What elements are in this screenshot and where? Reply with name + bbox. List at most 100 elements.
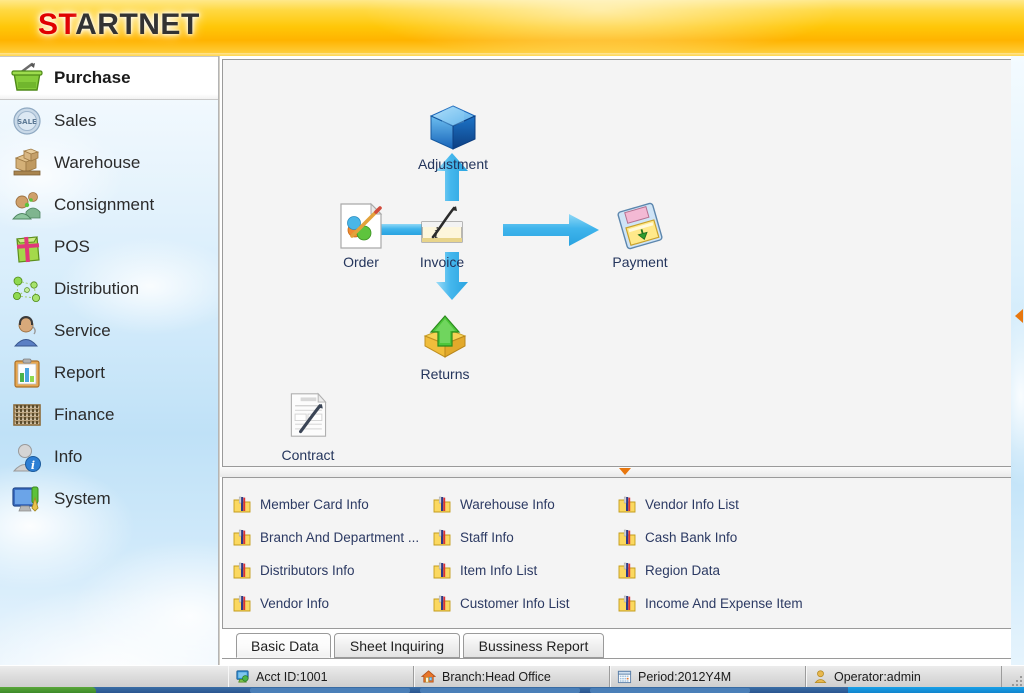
person-info-icon: i [10, 440, 44, 474]
list-item[interactable]: Staff Info [433, 521, 618, 554]
sidebar-item-system[interactable]: System [0, 478, 218, 520]
diagram-node-adjustment[interactable]: Adjustment [393, 102, 513, 172]
status-bar-spacer [0, 666, 228, 688]
folder-icon [233, 562, 251, 580]
folder-icon [433, 595, 451, 613]
status-cell-period: Period:2012Y4M [610, 665, 806, 688]
list-item[interactable]: Income And Expense Item [618, 587, 868, 620]
panel-splitter[interactable] [220, 467, 1024, 477]
folder-icon [233, 529, 251, 547]
list-item-label: Customer Info List [460, 596, 570, 611]
sidebar-item-sales[interactable]: SALE Sales [0, 100, 218, 142]
diagram-node-invoice[interactable]: i Invoice [382, 200, 502, 270]
tab-basic-data[interactable]: Basic Data [236, 633, 331, 658]
logo-main-text: ARTNET [75, 8, 200, 41]
list-item[interactable]: Vendor Info List [618, 488, 868, 521]
status-cell-branch: Branch:Head Office [414, 665, 610, 688]
basic-data-column: Warehouse Info Staff Info Item Info List Cu… [433, 488, 618, 620]
diagram-node-label: Adjustment [417, 156, 489, 172]
sidebar-item-label: Info [54, 447, 83, 466]
document-pencil-icon [340, 202, 383, 249]
diagram-node-returns[interactable]: Returns [385, 312, 505, 382]
headset-person-icon [10, 314, 44, 348]
svg-text:i: i [31, 459, 35, 472]
list-item[interactable]: Cash Bank Info [618, 521, 868, 554]
sidebar-item-label: Report [54, 363, 106, 382]
list-item[interactable]: Vendor Info [233, 587, 433, 620]
list-item-label: Region Data [645, 563, 721, 578]
list-item[interactable]: Branch And Department ... [233, 521, 433, 554]
sidebar-item-service[interactable]: Service [0, 310, 218, 352]
sidebar-item-report[interactable]: Report [0, 352, 218, 394]
chevron-down-icon[interactable] [619, 468, 631, 475]
list-item-label: Staff Info [460, 530, 514, 545]
tab-bussiness-report[interactable]: Bussiness Report [463, 633, 604, 658]
folder-icon [618, 496, 636, 514]
contract-doc-icon [290, 392, 327, 437]
status-cell-label: Acct ID:1001 [256, 669, 328, 684]
sidebar-item-pos[interactable]: POS [0, 226, 218, 268]
payment-disk-icon [617, 202, 663, 250]
sidebar-item-finance[interactable]: Finance [0, 394, 218, 436]
home-icon [420, 669, 437, 684]
list-item[interactable]: Member Card Info [233, 488, 433, 521]
calendar-icon [617, 669, 632, 684]
diagram-node-payment[interactable]: Payment [580, 200, 700, 270]
status-cell-operator: Operator:admin [806, 665, 1002, 688]
sidebar-item-info[interactable]: i Info [0, 436, 218, 478]
basic-data-grid: Member Card Info Branch And Department ..… [223, 488, 1015, 620]
folder-icon [433, 562, 451, 580]
list-item-label: Cash Bank Info [645, 530, 738, 545]
diagram-node-label: Contract [281, 447, 335, 463]
list-item[interactable]: Region Data [618, 554, 868, 587]
account-icon [235, 669, 250, 684]
tab-sheet-inquiring[interactable]: Sheet Inquiring [334, 633, 460, 658]
shopping-bag-icon [10, 230, 44, 264]
sidebar-item-label: Sales [54, 111, 97, 130]
sidebar-item-label: Finance [54, 405, 115, 424]
sidebar-item-label: Warehouse [54, 153, 141, 172]
folder-icon [433, 496, 451, 514]
list-item-label: Vendor Info List [645, 497, 739, 512]
status-cell-label: Operator:admin [834, 669, 921, 684]
monitor-wrench-icon [10, 482, 44, 516]
sidebar-item-distribution[interactable]: Distribution [0, 268, 218, 310]
folder-icon [233, 595, 251, 613]
list-item[interactable]: Warehouse Info [433, 488, 618, 521]
status-cell-label: Branch:Head Office [442, 669, 551, 684]
start-button[interactable] [0, 687, 96, 693]
list-item-label: Income And Expense Item [645, 596, 803, 611]
sidebar-item-label: Consignment [54, 195, 155, 214]
list-item[interactable]: Item Info List [433, 554, 618, 587]
collapse-left-arrow-icon[interactable] [1015, 309, 1023, 323]
sidebar-item-label: Service [54, 321, 111, 340]
status-cell-acct-id: Acct ID:1001 [228, 665, 414, 688]
list-item-label: Distributors Info [260, 563, 355, 578]
diagram-node-contract[interactable]: Contract [248, 387, 368, 463]
taskbar-button[interactable] [250, 688, 410, 693]
workflow-diagram-panel: Adjustment Order i Invoice Payment Retur… [222, 59, 1014, 467]
os-taskbar [0, 687, 1024, 693]
list-item[interactable]: Customer Info List [433, 587, 618, 620]
list-item[interactable]: Distributors Info [233, 554, 433, 587]
sidebar-item-label: System [54, 489, 111, 508]
basic-data-column: Vendor Info List Cash Bank Info Region Dat… [618, 488, 868, 620]
taskbar-button[interactable] [420, 688, 580, 693]
main-content: Adjustment Order i Invoice Payment Retur… [220, 56, 1024, 665]
folder-icon [618, 562, 636, 580]
diagram-node-label: Payment [612, 254, 668, 270]
resize-grip-icon[interactable] [1006, 666, 1024, 688]
folder-icon [433, 529, 451, 547]
list-item-label: Item Info List [460, 563, 538, 578]
boxes-icon [10, 146, 44, 180]
bottom-tabstrip: Basic Data Sheet Inquiring Bussiness Repor… [222, 631, 1014, 659]
taskbar-button[interactable] [590, 688, 750, 693]
list-item-label: Warehouse Info [460, 497, 555, 512]
people-icon [10, 188, 44, 222]
sidebar-item-warehouse[interactable]: Warehouse [0, 142, 218, 184]
folder-icon [618, 595, 636, 613]
sidebar-item-consignment[interactable]: Consignment [0, 184, 218, 226]
folder-icon [233, 496, 251, 514]
system-tray[interactable] [848, 687, 1024, 693]
sidebar-item-purchase[interactable]: Purchase [0, 56, 218, 100]
